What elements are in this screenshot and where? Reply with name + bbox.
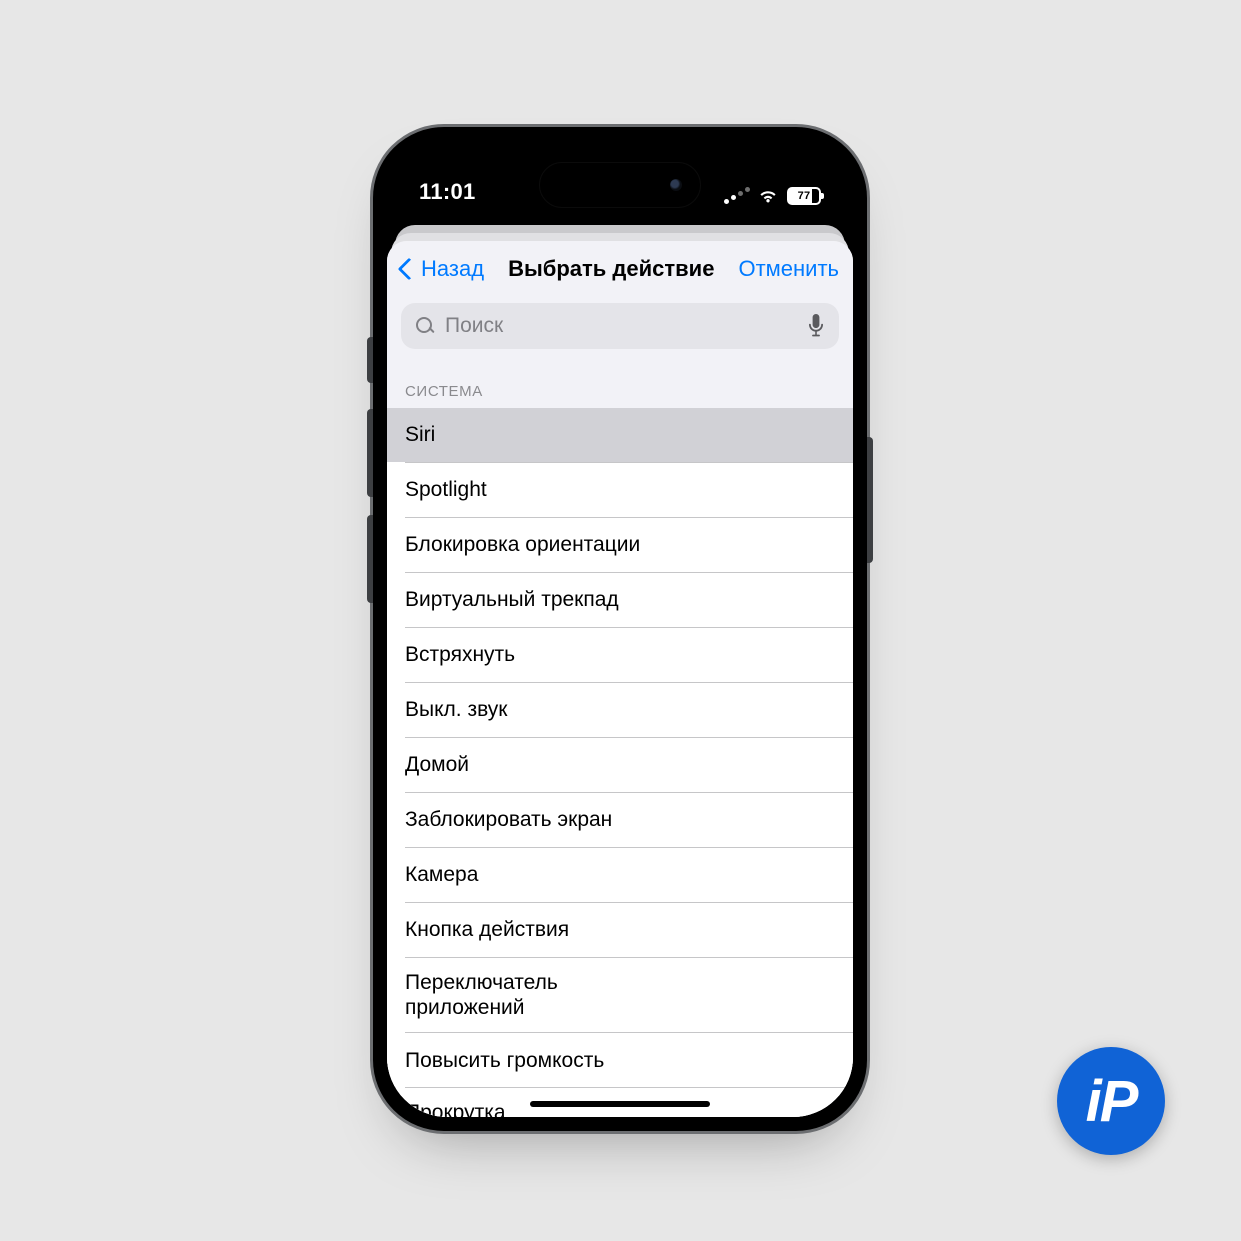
- list-item[interactable]: Кнопка действия: [387, 903, 853, 957]
- list-item[interactable]: Домой: [387, 738, 853, 792]
- volume-up-button: [367, 409, 373, 497]
- dynamic-island: [540, 163, 700, 207]
- home-indicator[interactable]: [530, 1101, 710, 1107]
- side-button: [867, 437, 873, 563]
- list-item[interactable]: Повысить громкость: [387, 1033, 853, 1087]
- list-item[interactable]: Выкл. звук: [387, 683, 853, 737]
- phone-mockup: 11:01 77 Назад Выбрать действие Отменить: [370, 124, 870, 1134]
- battery-icon: 77: [787, 187, 821, 205]
- site-logo: iP: [1057, 1047, 1165, 1155]
- back-button[interactable]: Назад: [401, 256, 484, 282]
- action-list[interactable]: СИСТЕМА Siri Spotlight Блокировка ориент…: [387, 363, 853, 1117]
- cellular-icon: [723, 187, 749, 205]
- screen: 11:01 77 Назад Выбрать действие Отменить: [387, 141, 853, 1117]
- dictation-icon[interactable]: [807, 314, 825, 338]
- nav-bar: Назад Выбрать действие Отменить: [387, 241, 853, 297]
- volume-down-button: [367, 515, 373, 603]
- status-time: 11:01: [419, 179, 476, 205]
- silent-switch: [367, 337, 373, 383]
- search-input[interactable]: Поиск: [401, 303, 839, 349]
- search-icon: [415, 316, 435, 336]
- list-item[interactable]: Spotlight: [387, 463, 853, 517]
- battery-level: 77: [798, 190, 811, 202]
- cancel-button[interactable]: Отменить: [738, 256, 839, 282]
- wifi-icon: [757, 188, 779, 204]
- search-placeholder: Поиск: [445, 314, 797, 338]
- back-label: Назад: [421, 256, 484, 282]
- list-item[interactable]: Siri: [387, 408, 853, 462]
- list-item[interactable]: Встряхнуть: [387, 628, 853, 682]
- chevron-left-icon: [398, 257, 421, 280]
- modal-sheet: Назад Выбрать действие Отменить Поиск СИ…: [387, 241, 853, 1117]
- list-item[interactable]: Виртуальный трекпад: [387, 573, 853, 627]
- list-item[interactable]: Камера: [387, 848, 853, 902]
- page-title: Выбрать действие: [508, 256, 714, 282]
- list-item[interactable]: Заблокировать экран: [387, 793, 853, 847]
- logo-text: iP: [1086, 1068, 1137, 1135]
- section-header: СИСТЕМА: [387, 363, 853, 408]
- list-item[interactable]: Переключатель приложений: [387, 958, 853, 1032]
- list-item[interactable]: Блокировка ориентации: [387, 518, 853, 572]
